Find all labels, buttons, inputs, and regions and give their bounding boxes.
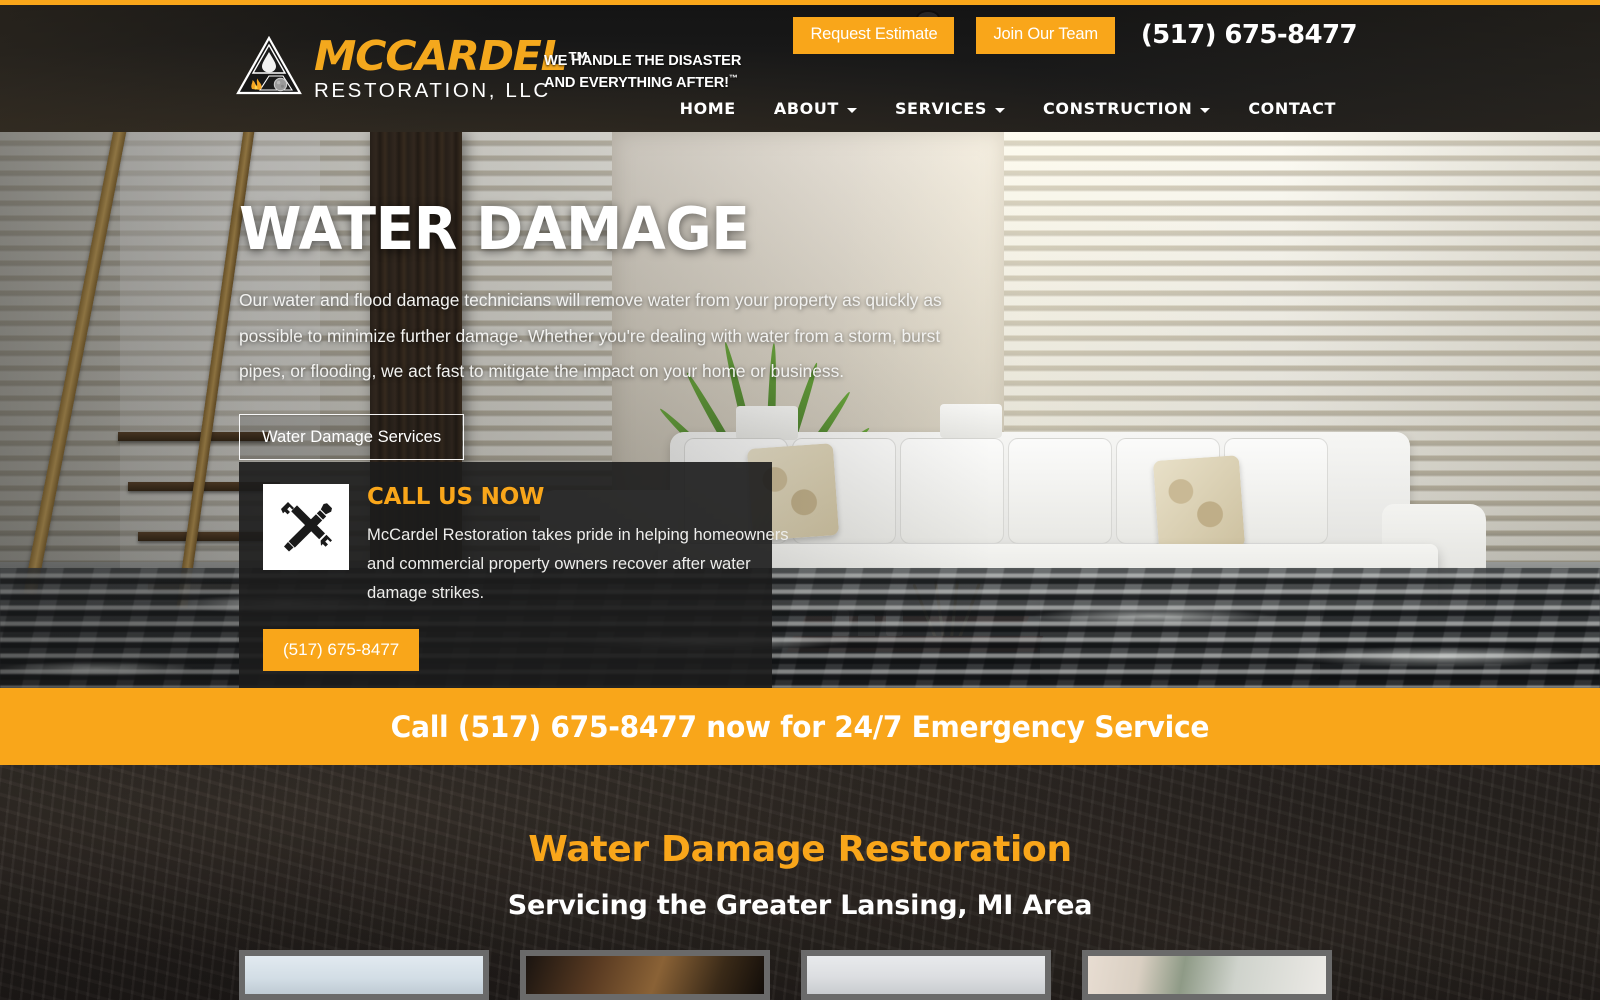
logo-subname: RESTORATION, LLC [314, 78, 551, 102]
nav-label: HOME [679, 99, 736, 118]
request-estimate-button[interactable]: Request Estimate [793, 17, 955, 54]
nav-label: SERVICES [894, 99, 988, 118]
site-header: MCCARDEL TM RESTORATION, LLC WE HANDLE TH… [0, 5, 1600, 132]
chevron-down-icon [1200, 107, 1211, 113]
call-us-now-title: CALL US NOW [367, 484, 545, 510]
logo-triangle-icon [236, 36, 302, 95]
nav-label: CONSTRUCTION [1043, 99, 1193, 118]
brand-tagline: WE HANDLE THE DISASTER AND EVERYTHING AF… [544, 51, 741, 93]
call-phone-button[interactable]: (517) 675-8477 [263, 629, 420, 672]
section-subtitle: Servicing the Greater Lansing, MI Area [507, 890, 1093, 921]
site-logo[interactable]: MCCARDEL TM RESTORATION, LLC [236, 36, 588, 103]
hero-description: Our water and flood damage technicians w… [239, 290, 942, 382]
tagline-line-1: WE HANDLE THE DISASTER [544, 53, 742, 69]
gallery-card-water-stained-wall[interactable] [1082, 950, 1332, 1000]
call-us-now-text: McCardel Restoration takes pride in help… [367, 525, 789, 603]
hero-content: WATER DAMAGE Our water and flood damage … [239, 194, 979, 461]
gallery-card-attic-framing[interactable] [520, 950, 770, 1000]
top-accent-rule [0, 0, 1600, 5]
gallery-card-row [239, 950, 1332, 1000]
main-navigation: HOME ABOUT SERVICES CONSTRUCTION CONTACT [661, 93, 1355, 124]
card-image [245, 956, 483, 994]
nav-item-construction[interactable]: CONSTRUCTION [1024, 93, 1229, 124]
nav-item-home[interactable]: HOME [661, 93, 755, 124]
nav-item-contact[interactable]: CONTACT [1229, 93, 1355, 124]
tagline-trademark: ™ [728, 72, 738, 83]
emergency-service-banner[interactable]: Call (517) 675-8477 now for 24/7 Emergen… [0, 688, 1600, 765]
nav-item-about[interactable]: ABOUT [755, 93, 876, 124]
hero-title: WATER DAMAGE [239, 194, 750, 263]
nav-label: ABOUT [773, 99, 839, 118]
card-image [1088, 956, 1326, 994]
nav-item-services[interactable]: SERVICES [876, 93, 1024, 124]
header-phone-number[interactable]: (517) 675-8477 [1141, 20, 1358, 50]
join-our-team-button[interactable]: Join Our Team [976, 17, 1115, 54]
nav-label: CONTACT [1248, 99, 1336, 118]
chevron-down-icon [846, 107, 857, 113]
logo-name: MCCARDEL [314, 32, 568, 80]
card-image [807, 956, 1045, 994]
tagline-line-2: AND EVERYTHING AFTER!™ [544, 72, 738, 91]
emergency-banner-text: Call (517) 675-8477 now for 24/7 Emergen… [390, 709, 1210, 744]
water-damage-services-button[interactable]: Water Damage Services [239, 414, 465, 461]
gallery-card-ceiling-water-damage[interactable] [239, 950, 489, 1000]
page-root: MCCARDEL TM RESTORATION, LLC WE HANDLE TH… [0, 0, 1600, 1000]
header-actions: Request Estimate Join Our Team (517) 675… [793, 17, 1358, 54]
pen-and-ruler-icon [263, 484, 349, 570]
section-title: Water Damage Restoration [528, 829, 1072, 870]
card-image [526, 956, 764, 994]
call-us-now-panel: CALL US NOW McCardel Restoration takes p… [239, 462, 789, 688]
hero-section: WATER DAMAGE Our water and flood damage … [0, 132, 1600, 688]
chevron-down-icon [995, 107, 1006, 113]
gallery-card-wall-damage[interactable] [801, 950, 1051, 1000]
